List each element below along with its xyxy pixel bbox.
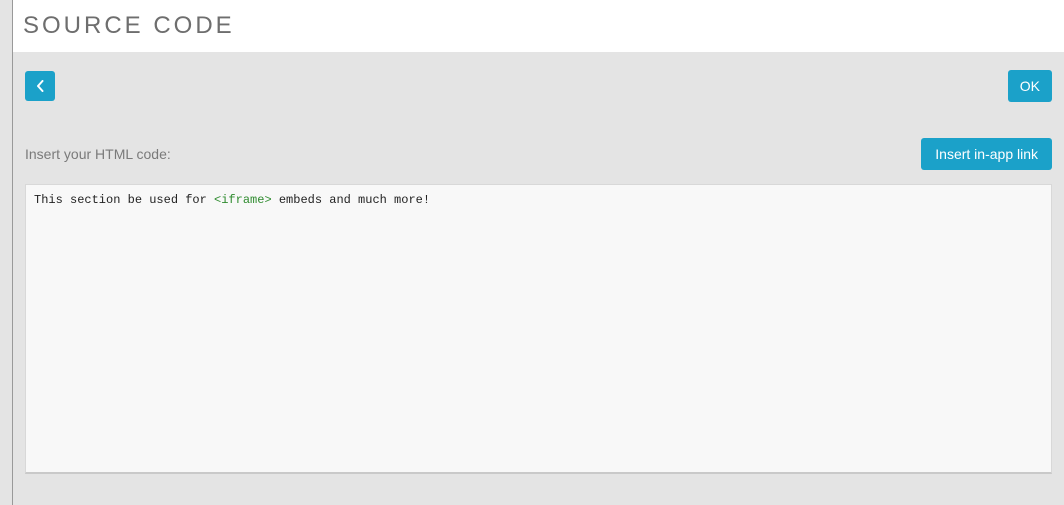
- ok-button[interactable]: OK: [1008, 70, 1052, 102]
- editor-tag: <iframe>: [214, 193, 272, 207]
- back-button[interactable]: [25, 71, 55, 101]
- insert-row: Insert your HTML code: Insert in-app lin…: [13, 138, 1064, 170]
- insert-label: Insert your HTML code:: [25, 146, 171, 162]
- page-title: SOURCE CODE: [23, 12, 1054, 40]
- editor-text-before: This section be used for: [34, 193, 214, 207]
- html-code-editor[interactable]: This section be used for <iframe> embeds…: [25, 184, 1052, 474]
- source-code-panel: SOURCE CODE OK Insert your HTML code: In…: [12, 0, 1064, 505]
- editor-text-after: embeds and much more!: [272, 193, 430, 207]
- insert-in-app-link-button[interactable]: Insert in-app link: [921, 138, 1052, 170]
- header: SOURCE CODE: [13, 0, 1064, 52]
- toolbar: OK: [13, 62, 1064, 110]
- chevron-left-icon: [36, 80, 44, 92]
